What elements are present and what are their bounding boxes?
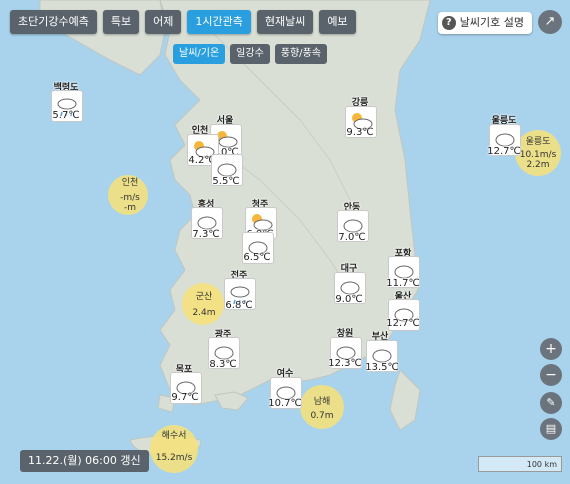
wave-speed-haesuseo: 15.2m/s bbox=[155, 453, 193, 463]
subtab-weather-temp[interactable]: 날씨/기온 bbox=[173, 44, 226, 64]
station-temp: 5.5℃ bbox=[212, 176, 240, 187]
sub-toolbar: 날씨/기온 일강수 풍향/풍속 bbox=[173, 44, 327, 64]
korea-landmass bbox=[39, 0, 431, 457]
update-timestamp: 11.22.(월) 06:00 갱신 bbox=[20, 450, 149, 472]
wave-name-incheon: 인천 bbox=[121, 178, 139, 188]
tab-hourly[interactable]: 1시간관측 bbox=[187, 10, 251, 34]
tab-current[interactable]: 현재날씨 bbox=[256, 10, 314, 34]
subtab-precip[interactable]: 일강수 bbox=[230, 44, 270, 64]
wave-name-haesuseo: 해수서 bbox=[161, 431, 187, 441]
station-temp: 9.3℃ bbox=[346, 127, 374, 138]
zoom-out-button[interactable]: − bbox=[540, 364, 562, 386]
wave-height-incheon: -m bbox=[123, 203, 137, 213]
wave-name-gunsan: 군산 bbox=[195, 292, 213, 302]
wave-speed-incheon: -m/s bbox=[120, 193, 140, 203]
tab-warning[interactable]: 특보 bbox=[102, 10, 140, 34]
station-temp: 6.8℃ bbox=[225, 300, 253, 311]
station-temp: 12.3℃ bbox=[328, 358, 362, 369]
station-temp: 9.7℃ bbox=[171, 392, 199, 403]
tab-short-rain[interactable]: 초단기강수예측 bbox=[10, 10, 97, 34]
zoom-in-button[interactable]: + bbox=[540, 338, 562, 360]
wave-marker-gunsan[interactable] bbox=[182, 283, 224, 325]
station-temp: 7.3℃ bbox=[192, 229, 220, 240]
wave-height-namhae: 0.7m bbox=[310, 411, 334, 421]
tab-yesterday[interactable]: 어제 bbox=[145, 10, 182, 34]
wave-speed-ulleungdo: 10.1m/s bbox=[519, 150, 557, 160]
question-icon: ? bbox=[441, 16, 456, 30]
weather-symbol-help-button[interactable]: ? 날씨기호 설명 bbox=[437, 12, 532, 34]
station-temp: 5.7℃ bbox=[52, 110, 80, 121]
station-temp: 8.3℃ bbox=[209, 359, 237, 370]
wave-height-gunsan: 2.4m bbox=[192, 308, 216, 318]
top-toolbar: 초단기강수예측 특보 어제 1시간관측 현재날씨 예보 bbox=[10, 10, 356, 34]
help-label: 날씨기호 설명 bbox=[459, 16, 524, 29]
wave-height-ulleungdo: 2.2m bbox=[526, 160, 550, 170]
measure-ruler-icon[interactable]: ✎ bbox=[540, 392, 562, 414]
station-temp: 12.7℃ bbox=[487, 146, 521, 157]
station-temp: 13.5℃ bbox=[365, 362, 399, 373]
station-temp: 12.7℃ bbox=[386, 318, 420, 329]
station-temp: 6.5℃ bbox=[243, 252, 271, 263]
weather-map[interactable]: 초단기강수예측 특보 어제 1시간관측 현재날씨 예보 날씨/기온 일강수 풍향… bbox=[0, 0, 570, 484]
station-temp: 7.0℃ bbox=[338, 232, 366, 243]
external-link-icon[interactable]: ↗ bbox=[538, 10, 562, 34]
tab-forecast[interactable]: 예보 bbox=[319, 10, 356, 34]
scale-bar: 100 km bbox=[478, 456, 562, 472]
station-temp: 10.7℃ bbox=[268, 398, 302, 409]
map-layer-icon[interactable]: ▤ bbox=[540, 418, 562, 440]
station-temp: 9.0℃ bbox=[335, 294, 363, 305]
wave-name-ulleungdo: 울릉도 bbox=[525, 137, 551, 147]
station-temp: 11.7℃ bbox=[386, 278, 420, 289]
wave-marker-namhae[interactable] bbox=[300, 385, 344, 429]
wave-name-namhae: 남해 bbox=[313, 397, 331, 407]
subtab-wind[interactable]: 풍향/풍속 bbox=[274, 44, 327, 64]
